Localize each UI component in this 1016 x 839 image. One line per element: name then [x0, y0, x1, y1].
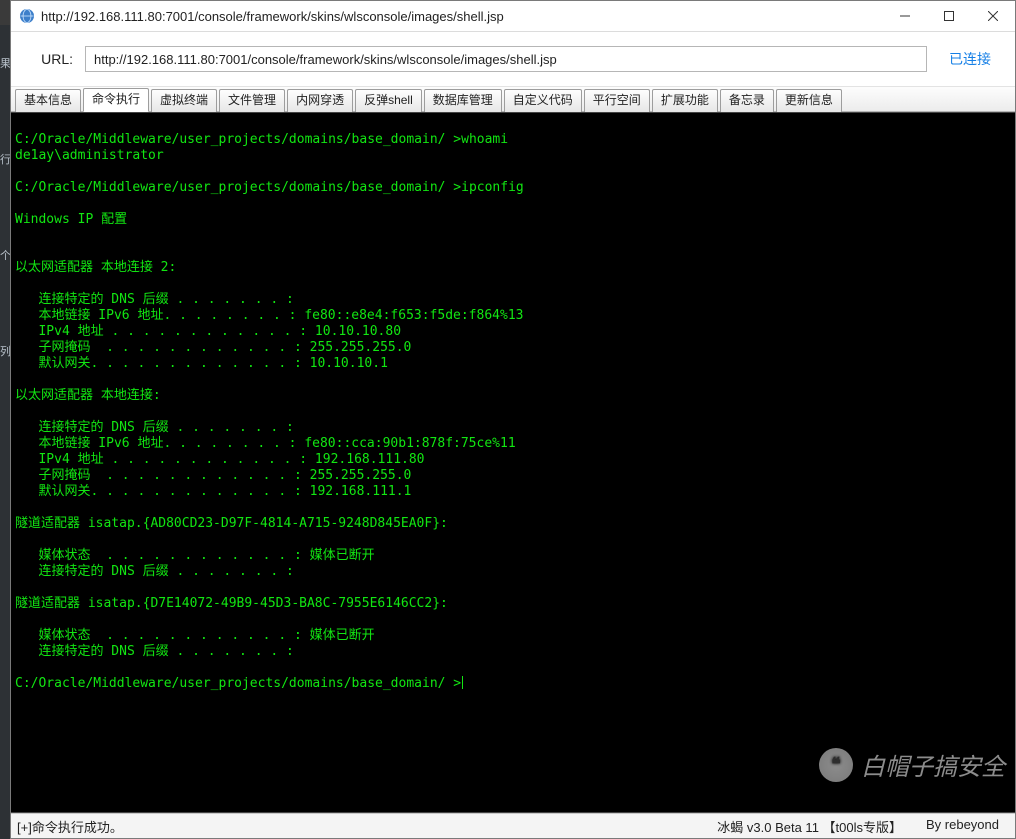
- close-icon: [988, 11, 998, 21]
- minimize-button[interactable]: [883, 1, 927, 31]
- url-row: URL: 已连接: [11, 32, 1015, 87]
- url-label: URL:: [25, 51, 73, 67]
- tab-4[interactable]: 内网穿透: [287, 89, 353, 112]
- maximize-icon: [944, 11, 954, 21]
- terminal-panel: C:/Oracle/Middleware/user_projects/domai…: [11, 112, 1015, 813]
- tab-6[interactable]: 数据库管理: [424, 89, 502, 112]
- close-button[interactable]: [971, 1, 1015, 31]
- status-version: 冰蝎 v3.0 Beta 11 【t00ls专版】: [717, 817, 902, 836]
- terminal-cursor: [462, 676, 463, 689]
- tab-8[interactable]: 平行空间: [584, 89, 650, 112]
- background-app-fragment: 果 行 个 列: [0, 25, 10, 839]
- tab-5[interactable]: 反弹shell: [355, 89, 422, 112]
- tab-7[interactable]: 自定义代码: [504, 89, 582, 112]
- tab-2[interactable]: 虚拟终端: [151, 89, 217, 112]
- maximize-button[interactable]: [927, 1, 971, 31]
- url-input[interactable]: [85, 46, 927, 72]
- connection-status: 已连接: [939, 49, 1001, 69]
- window-title: http://192.168.111.80:7001/console/frame…: [41, 9, 883, 24]
- tab-9[interactable]: 扩展功能: [652, 89, 718, 112]
- tab-3[interactable]: 文件管理: [219, 89, 285, 112]
- tab-11[interactable]: 更新信息: [776, 89, 842, 112]
- minimize-icon: [900, 11, 910, 21]
- app-window: http://192.168.111.80:7001/console/frame…: [10, 0, 1016, 839]
- status-author: By rebeyond: [926, 817, 999, 836]
- tab-bar: 基本信息命令执行虚拟终端文件管理内网穿透反弹shell数据库管理自定义代码平行空…: [11, 87, 1015, 112]
- status-message: [+]命令执行成功。: [17, 817, 717, 836]
- tab-0[interactable]: 基本信息: [15, 89, 81, 112]
- tab-10[interactable]: 备忘录: [720, 89, 774, 112]
- app-icon: [19, 8, 35, 24]
- tab-1[interactable]: 命令执行: [83, 88, 149, 112]
- terminal-output[interactable]: C:/Oracle/Middleware/user_projects/domai…: [11, 126, 1015, 813]
- status-bar: [+]命令执行成功。 冰蝎 v3.0 Beta 11 【t00ls专版】 By …: [11, 813, 1015, 838]
- titlebar[interactable]: http://192.168.111.80:7001/console/frame…: [11, 1, 1015, 32]
